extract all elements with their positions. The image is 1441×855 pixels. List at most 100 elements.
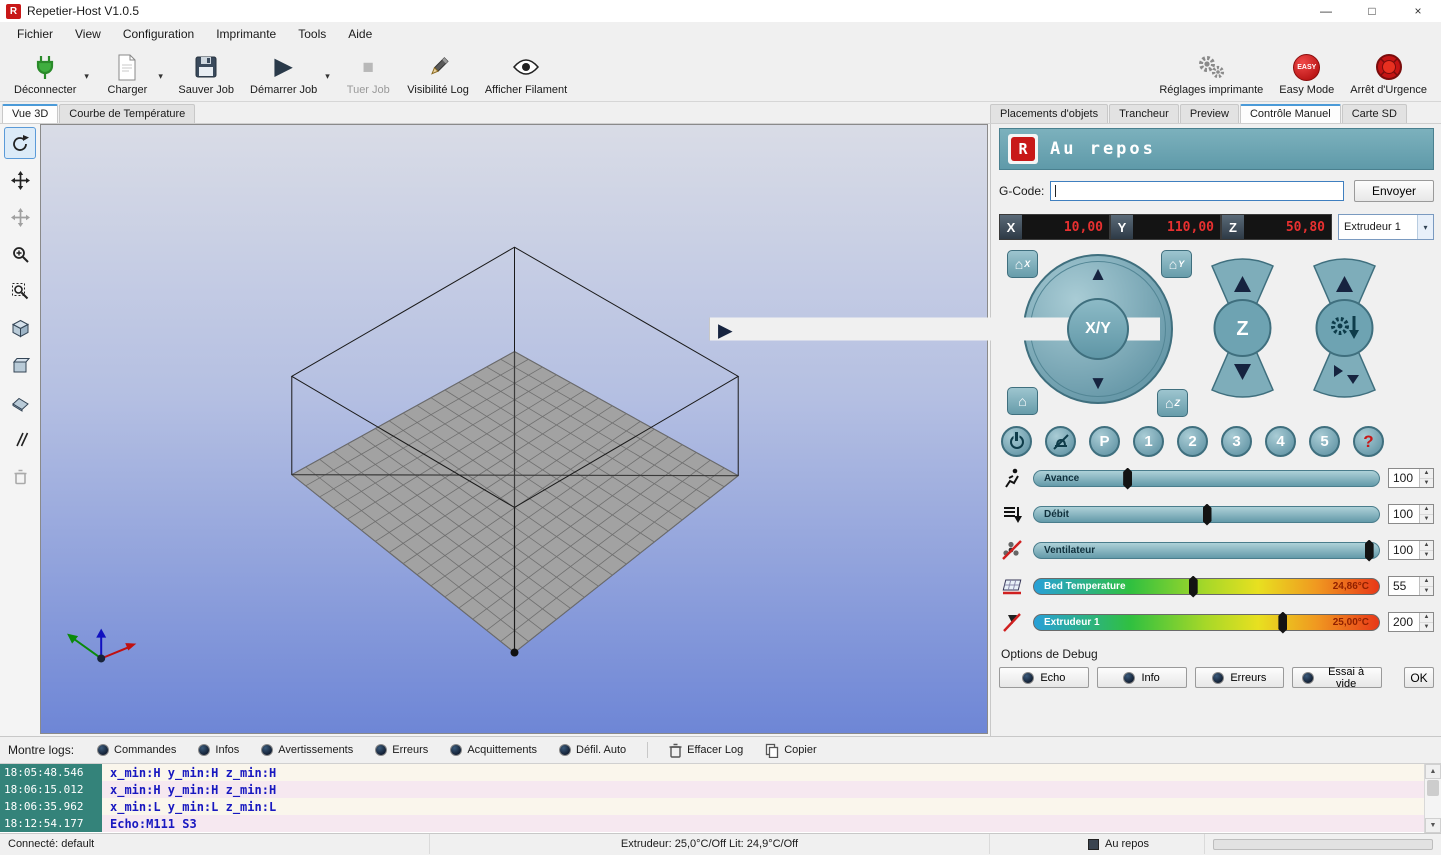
fan-slider[interactable]: Ventilateur [1033,539,1380,562]
menu-view[interactable]: View [64,23,112,45]
close-button[interactable]: × [1395,0,1441,22]
park-button[interactable]: P [1089,426,1120,457]
scroll-down-icon[interactable]: ▼ [1425,818,1441,833]
tab-controle-manuel[interactable]: Contrôle Manuel [1239,104,1341,123]
spin-up-icon[interactable]: ▲ [1420,613,1433,623]
front-view-button[interactable] [4,349,36,381]
minimize-button[interactable]: — [1303,0,1349,22]
zoom-fit-button[interactable] [4,275,36,307]
fan-slider-thumb[interactable] [1364,539,1374,562]
menu-fichier[interactable]: Fichier [6,23,64,45]
home-y-button[interactable]: ⌂ Y [1161,250,1192,278]
home-z-button[interactable]: ⌂ Z [1157,389,1188,417]
power-button[interactable] [1001,426,1032,457]
filter-infos-button[interactable]: Infos [189,741,248,759]
spin-up-icon[interactable]: ▲ [1420,541,1433,551]
maximize-button[interactable]: □ [1349,0,1395,22]
tab-preview[interactable]: Preview [1179,104,1239,123]
bed-temperature-spinner[interactable]: 55 ▲ ▼ [1388,576,1434,596]
debug-info-button[interactable]: Info [1096,667,1187,688]
menu-configuration[interactable]: Configuration [112,23,205,45]
extruder-temperature-slider[interactable]: Extrudeur 1 25,00°C [1033,611,1380,634]
autoscroll-button[interactable]: Défil. Auto [550,741,635,759]
spin-down-icon[interactable]: ▼ [1420,622,1433,631]
disconnect-dropdown[interactable]: ▾ [84,65,96,82]
filter-avertissements-button[interactable]: Avertissements [252,741,362,759]
top-view-button[interactable] [4,386,36,418]
preset-3-button[interactable]: 3 [1221,426,1252,457]
feedrate-slider-thumb[interactable] [1123,467,1133,490]
spin-up-icon[interactable]: ▲ [1420,505,1433,515]
spin-down-icon[interactable]: ▼ [1420,586,1433,595]
home-x-button[interactable]: ⌂ X [1007,250,1038,278]
move-view-button[interactable] [4,164,36,196]
load-button[interactable]: Charger [96,48,158,100]
start-job-dropdown[interactable]: ▾ [325,65,337,82]
show-filament-button[interactable]: Afficher Filament [477,48,575,100]
gcode-input[interactable] [1050,181,1344,201]
spin-down-icon[interactable]: ▼ [1420,550,1433,559]
tab-trancheur[interactable]: Trancheur [1109,104,1179,123]
save-job-button[interactable]: Sauver Job [170,48,242,100]
flowrate-spinner[interactable]: 100 ▲ ▼ [1388,504,1434,524]
debug-echo-button[interactable]: Echo [999,667,1089,688]
y-plus-button[interactable]: ▲ [1089,265,1108,284]
flowrate-slider[interactable]: Débit [1033,503,1380,526]
scroll-up-icon[interactable]: ▲ [1425,764,1441,779]
bed-temperature-slider-thumb[interactable] [1188,575,1198,598]
iso-view-button[interactable] [4,312,36,344]
printer-settings-button[interactable]: Réglages imprimante [1151,48,1271,100]
spin-down-icon[interactable]: ▼ [1420,514,1433,523]
preset-4-button[interactable]: 4 [1265,426,1296,457]
zoom-in-button[interactable] [4,238,36,270]
load-dropdown[interactable]: ▾ [158,65,170,82]
start-job-button[interactable]: ▶ Démarrer Job [242,48,325,100]
menu-tools[interactable]: Tools [287,23,337,45]
tab-vue-3d[interactable]: Vue 3D [2,104,59,123]
extruder-select[interactable]: Extrudeur 1 ▾ [1338,214,1434,240]
send-button[interactable]: Envoyer [1354,180,1434,202]
extruder-temperature-spinner[interactable]: 200 ▲ ▼ [1388,612,1434,632]
preset-1-button[interactable]: 1 [1133,426,1164,457]
log-visibility-button[interactable]: Visibilité Log [399,48,477,100]
spin-up-icon[interactable]: ▲ [1420,577,1433,587]
menu-imprimante[interactable]: Imprimante [205,23,287,45]
tab-courbe-temperature[interactable]: Courbe de Température [59,104,196,123]
filter-commandes-button[interactable]: Commandes [88,741,185,759]
parallel-projection-button[interactable] [4,423,36,455]
filter-acquittements-button[interactable]: Acquittements [441,741,546,759]
y-minus-button[interactable]: ▼ [1089,374,1108,393]
tab-carte-sd[interactable]: Carte SD [1341,104,1407,123]
emergency-stop-button[interactable]: Arrêt d'Urgence [1342,48,1435,100]
xy-pad-center: X/Y [1067,298,1129,360]
easy-mode-button[interactable]: EASY Easy Mode [1271,48,1342,100]
spin-up-icon[interactable]: ▲ [1420,469,1433,479]
log-scrollbar[interactable]: ▲ ▼ [1424,764,1441,833]
feedrate-spinner[interactable]: 100 ▲ ▼ [1388,468,1434,488]
preset-2-button[interactable]: 2 [1177,426,1208,457]
preset-5-button[interactable]: 5 [1309,426,1340,457]
filter-erreurs-button[interactable]: Erreurs [366,741,437,759]
bed-heat-off-button[interactable] [1045,426,1076,457]
tab-placements-objets[interactable]: Placements d'objets [990,104,1109,123]
3d-viewport[interactable] [40,124,988,734]
clear-log-button[interactable]: Effacer Log [660,740,752,761]
fan-spinner[interactable]: 100 ▲ ▼ [1388,540,1434,560]
disconnect-button[interactable]: Déconnecter [6,48,84,100]
spin-down-icon[interactable]: ▼ [1420,478,1433,487]
debug-ok-button[interactable]: OK [1404,667,1434,688]
copy-log-button[interactable]: Copier [756,740,825,761]
flowrate-slider-thumb[interactable] [1202,503,1212,526]
debug-dry-run-button[interactable]: Essai à vide [1292,666,1382,690]
bed-temperature-slider[interactable]: Bed Temperature 24,86°C [1033,575,1380,598]
extruder-temperature-slider-thumb[interactable] [1278,611,1288,634]
debug-errors-button[interactable]: Erreurs [1194,667,1285,688]
rotate-view-button[interactable] [4,127,36,159]
feedrate-slider[interactable]: Avance [1033,467,1380,490]
xy-jog-pad[interactable]: ▲ ▼ ◀ ▶ X/Y [709,254,1173,404]
home-all-button[interactable]: ⌂ [1007,387,1038,415]
menu-aide[interactable]: Aide [337,23,383,45]
move-object-button[interactable] [4,201,36,233]
help-button[interactable]: ? [1353,426,1384,457]
scrollbar-thumb[interactable] [1427,780,1439,796]
